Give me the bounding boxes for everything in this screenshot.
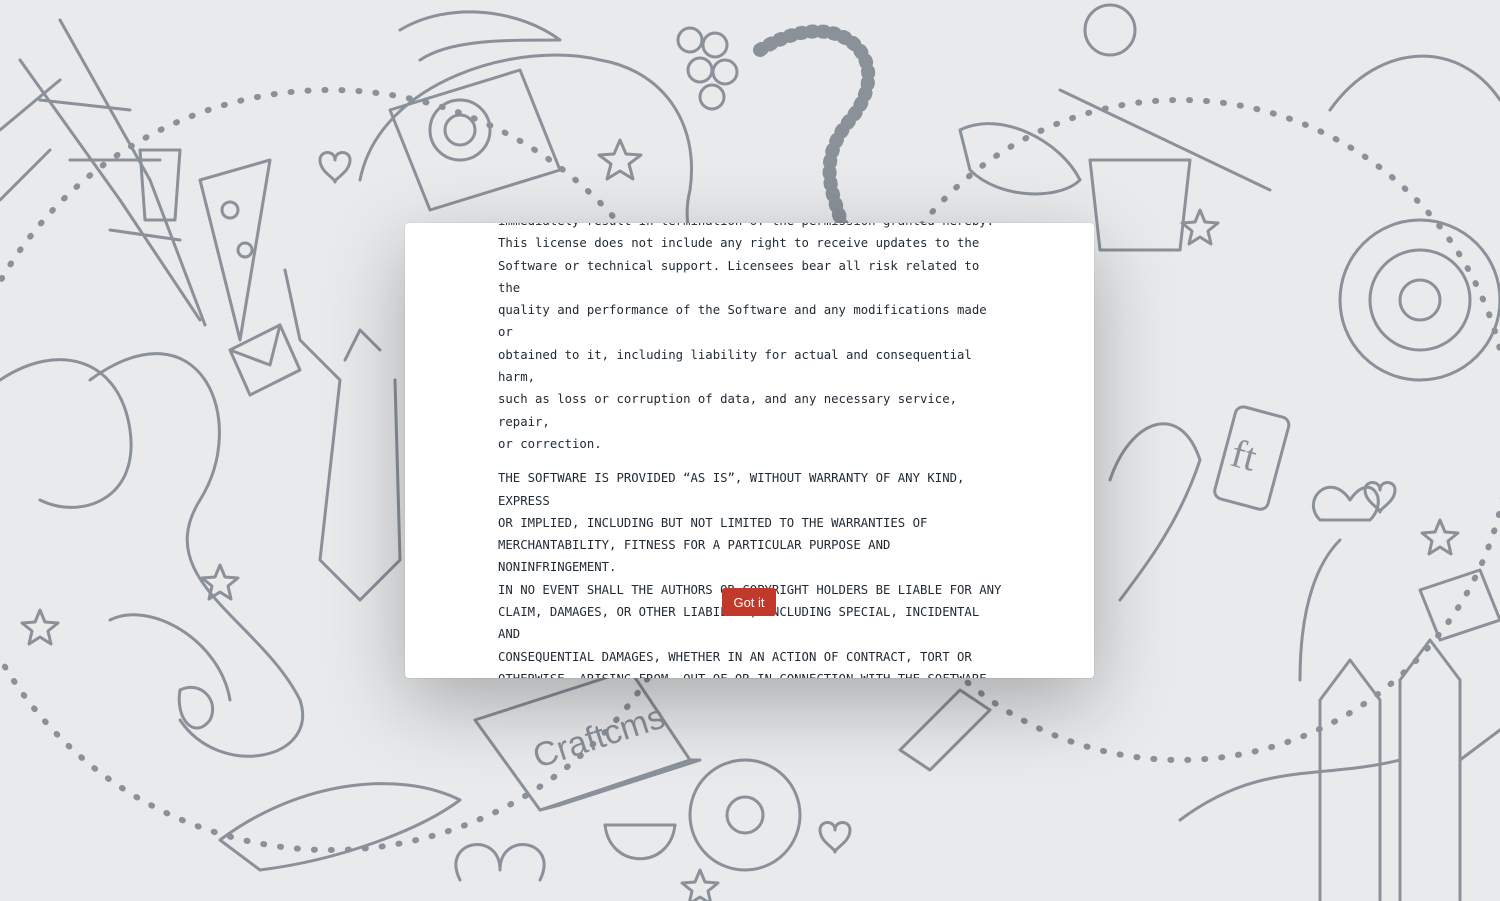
tower-bridge-icon (1178, 638, 1500, 901)
eiffel-tower-icon (0, 18, 207, 327)
bottle-icon (898, 688, 992, 772)
teacup-icon (603, 823, 677, 861)
license-paragraph: immediately result in termination of the… (498, 223, 994, 451)
license-paragraph: THE SOFTWARE IS PROVIDED “AS IS”, WITHOU… (498, 471, 1002, 678)
trunk-icon (1108, 422, 1202, 602)
grapes-icon (676, 26, 739, 111)
license-modal: immediately result in termination of the… (405, 223, 1094, 678)
got-it-button[interactable]: Got it (722, 588, 776, 616)
statue-of-liberty-icon (283, 268, 402, 602)
hibiscus-icon (688, 758, 802, 872)
butter-churn-icon (1058, 3, 1272, 252)
koi-fish-icon (218, 782, 462, 872)
laptop-icon: Craftcms (473, 668, 702, 812)
troll-icon (1328, 54, 1500, 382)
dragon-icon (0, 352, 304, 758)
svg-text:ft: ft (1226, 430, 1261, 480)
svg-text:Craftcms: Craftcms (528, 698, 669, 776)
tulips-icon (1298, 485, 1380, 682)
phone-icon: ft (1213, 405, 1291, 511)
pizza-icon (198, 158, 272, 342)
clog-icon (958, 122, 1082, 196)
pretzel-icon (454, 843, 546, 882)
